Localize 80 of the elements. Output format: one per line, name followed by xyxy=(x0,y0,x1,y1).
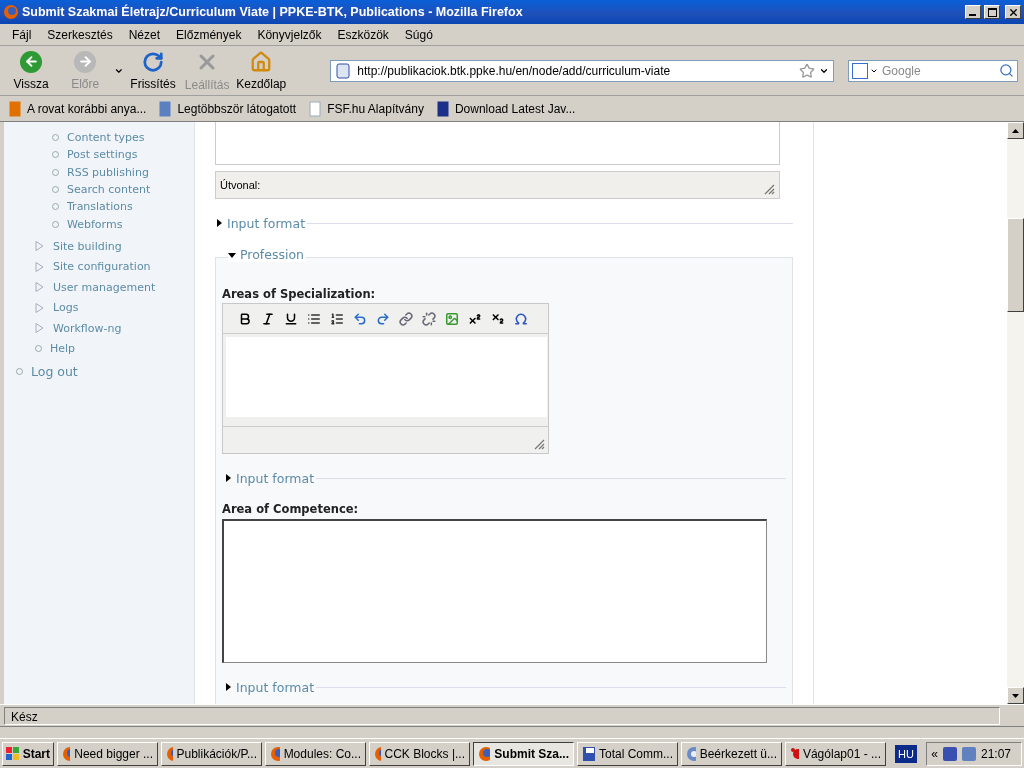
maximize-button[interactable] xyxy=(984,5,1000,19)
taskbar-button[interactable]: Need bigger ... xyxy=(57,741,158,766)
address-input[interactable]: http://publikaciok.btk.ppke.hu/en/node/add/curriculum-viate xyxy=(355,63,795,78)
floppy-icon xyxy=(582,745,595,762)
path-label: Útvonal: xyxy=(220,179,261,191)
home-button[interactable]: Kezdőlap xyxy=(236,47,287,94)
input-format-toggle[interactable]: Input format xyxy=(224,470,317,486)
admin-menu-link[interactable]: Workflow-ng xyxy=(4,317,194,339)
browser-icon xyxy=(374,745,381,762)
admin-menu-link[interactable]: Content types xyxy=(4,129,194,147)
address-field[interactable]: http://publikaciok.btk.ppke.hu/en/node/add/curriculum-viate xyxy=(330,59,834,82)
status-text: Kész xyxy=(4,706,1000,725)
site-icon xyxy=(335,62,352,79)
browser-icon xyxy=(3,4,19,20)
back-button[interactable]: Vissza xyxy=(6,47,57,94)
home-icon xyxy=(250,50,273,73)
reload-button[interactable]: Frissítés xyxy=(127,47,179,94)
resize-grip-icon[interactable] xyxy=(764,184,775,195)
collapsed-triangle-icon xyxy=(215,219,223,227)
taskbar-button[interactable]: Submit Sza... xyxy=(473,741,574,766)
admin-menu-link[interactable]: Site building xyxy=(4,235,194,257)
admin-menu-link[interactable]: Post settings xyxy=(4,146,194,164)
collapsed-triangle-icon xyxy=(224,474,232,482)
scroll-down-button[interactable] xyxy=(1007,687,1024,704)
collapsed-triangle-icon xyxy=(224,683,232,691)
menu-item[interactable]: Könyvjelzők xyxy=(249,27,330,42)
unlink-icon[interactable] xyxy=(421,310,437,327)
taskbar-button[interactable]: CCK Blocks |... xyxy=(369,741,470,766)
menu-item[interactable]: Szerkesztés xyxy=(39,27,121,42)
language-indicator[interactable]: HU xyxy=(895,744,917,763)
search-icon[interactable] xyxy=(999,63,1014,78)
admin-menu-link[interactable]: Search content xyxy=(4,180,194,199)
minimize-button[interactable] xyxy=(965,5,981,19)
scroll-thumb[interactable] xyxy=(1007,218,1024,312)
menu-item[interactable]: Súgó xyxy=(396,27,441,42)
windows-flag-icon xyxy=(6,746,20,761)
page-icon xyxy=(308,100,323,117)
maximize-icon xyxy=(987,7,997,17)
menu-item[interactable]: Eszközök xyxy=(329,27,397,42)
fieldset-legend[interactable]: Profession xyxy=(228,247,306,262)
expanded-triangle-icon xyxy=(228,250,236,259)
menu-item[interactable]: Fájl xyxy=(4,27,40,42)
taskbar-button[interactable]: Publikációk/P... xyxy=(161,741,262,766)
taskbar-button[interactable]: Total Comm... xyxy=(577,741,678,766)
search-field[interactable]: Google xyxy=(848,59,1018,82)
bookmark-link[interactable]: FSF.hu Alapítvány xyxy=(308,100,424,117)
down-arrow-icon xyxy=(1012,693,1019,698)
link-icon[interactable] xyxy=(398,310,414,327)
menu-item[interactable]: Nézet xyxy=(120,27,169,42)
admin-menu-link[interactable]: Logs xyxy=(4,297,194,318)
bookmark-link[interactable]: A rovat korábbi anya... xyxy=(8,100,147,117)
menu-item[interactable]: Előzmények xyxy=(168,27,250,42)
taskbar-button[interactable]: Vágólap01 - ... xyxy=(785,741,886,766)
admin-menu-link[interactable]: RSS publishing xyxy=(4,163,194,181)
up-arrow-icon xyxy=(1012,128,1019,133)
clock: 21:07 xyxy=(980,746,1011,761)
window-title: Submit Szakmai Életrajz/Curriculum Viate | PPKE-BTK, Publications - Mozilla Firefox xyxy=(22,5,524,19)
input-format-toggle[interactable]: Input format xyxy=(215,215,308,231)
start-button[interactable]: Start xyxy=(2,741,54,766)
taskbar-button[interactable]: Modules: Co... xyxy=(265,741,366,766)
star-icon[interactable] xyxy=(799,62,815,79)
browser-icon xyxy=(166,745,173,762)
image-icon[interactable] xyxy=(444,310,460,327)
bookmark-link[interactable]: Legtöbbször látogatott xyxy=(158,100,297,117)
text-area[interactable] xyxy=(222,519,767,663)
close-icon xyxy=(1007,6,1019,18)
close-button[interactable] xyxy=(1005,5,1021,19)
field-label: Area of Competence: xyxy=(222,502,360,516)
scroll-up-button[interactable] xyxy=(1007,122,1024,139)
taskbar-button[interactable]: Beérkezett ü... xyxy=(681,741,782,766)
browser-icon xyxy=(478,745,491,762)
field-label: Areas of Specialization: xyxy=(222,287,377,301)
bookmark-link[interactable]: Download Latest Jav... xyxy=(435,100,576,117)
input-format-toggle[interactable]: Input format xyxy=(224,679,317,695)
resize-grip-icon[interactable] xyxy=(534,439,545,450)
browser-icon xyxy=(62,745,71,762)
browser-icon xyxy=(270,745,280,762)
tray-toggle[interactable]: « xyxy=(931,746,938,761)
reload-icon xyxy=(142,50,164,73)
admin-menu-link[interactable]: Site configuration xyxy=(4,256,194,277)
